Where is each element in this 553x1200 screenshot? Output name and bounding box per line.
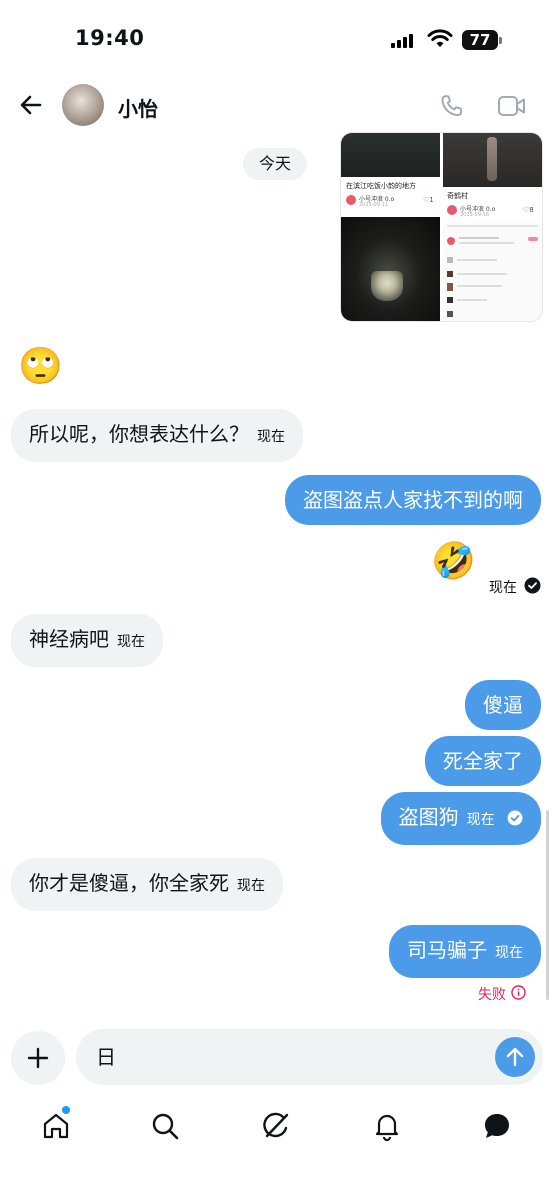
message-text: 所以呢，你想表达什么？ [29, 422, 249, 446]
tab-grok[interactable] [258, 1108, 294, 1144]
message-bubble-incoming[interactable]: 所以呢，你想表达什么？ 现在 [11, 409, 303, 462]
avatar [346, 195, 356, 205]
status-time: 19:40 [75, 26, 145, 50]
message-bubble-outgoing[interactable]: 傻逼 [465, 680, 541, 730]
shared-post-image[interactable]: 在滨江吃饭小韵的地方 小号冲浪 0.o 2025-09-11 ♡1 奇鹤村 小号… [340, 132, 543, 322]
message-bubble-outgoing[interactable]: 盗图盗点人家找不到的啊 [285, 475, 541, 525]
message-bubble-outgoing[interactable]: 盗图狗 现在 [380, 792, 541, 845]
signal-icon [391, 34, 413, 48]
message-bubble-incoming[interactable]: 神经病吧 现在 [11, 614, 163, 667]
tab-search[interactable] [147, 1108, 183, 1144]
message-bubble-outgoing[interactable]: 司马骗子 现在 [389, 925, 541, 978]
contact-name[interactable]: 小怡 [118, 93, 158, 122]
read-check-icon [524, 577, 541, 594]
wifi-icon [427, 29, 453, 47]
post-caption: 奇鹤村 [447, 192, 468, 200]
contact-avatar[interactable] [62, 84, 104, 126]
send-arrow-icon [506, 1047, 524, 1067]
message-text: 傻逼 [483, 693, 523, 717]
message-emoji-outgoing: 🤣 [431, 541, 476, 582]
read-check-icon [507, 810, 523, 826]
heart-icon: ♡8 [523, 206, 534, 214]
message-bubble-incoming[interactable]: 你才是傻逼，你全家死 现在 [11, 858, 283, 911]
message-text: 死全家了 [443, 749, 523, 773]
photo-thumbnail [341, 217, 440, 321]
message-text: 你才是傻逼，你全家死 [29, 871, 229, 895]
send-button[interactable] [495, 1037, 535, 1077]
photo-thumbnail [341, 133, 440, 177]
messages-icon [485, 1114, 509, 1138]
post-caption: 在滨江吃饭小韵的地方 [346, 182, 416, 190]
send-failed-label[interactable]: 失败 [478, 984, 506, 1004]
video-icon[interactable] [497, 94, 527, 118]
message-text: 盗图狗 [398, 805, 459, 829]
battery-icon: 77 [462, 30, 498, 50]
message-text: 神经病吧 [29, 627, 109, 651]
scrollbar[interactable] [546, 810, 549, 1000]
message-time: 现在 [257, 429, 285, 445]
phone-icon[interactable] [438, 92, 466, 120]
grok-icon [263, 1112, 289, 1138]
notification-dot [62, 1106, 70, 1114]
message-time: 现在 [117, 634, 145, 650]
message-text: 司马骗子 [407, 938, 487, 962]
message-text: 盗图盗点人家找不到的啊 [303, 488, 523, 512]
post-date: 2025-09-11 [359, 202, 389, 208]
message-time: 现在 [237, 878, 265, 894]
message-input[interactable]: 日 [76, 1029, 543, 1085]
bell-icon [375, 1114, 399, 1141]
heart-icon: ♡1 [423, 196, 434, 204]
avatar [447, 205, 457, 215]
photo-thumbnail [443, 133, 542, 187]
battery-tip [499, 37, 502, 44]
message-bubble-outgoing[interactable]: 死全家了 [425, 736, 541, 786]
post-date: 2025-09-16 [460, 212, 490, 218]
like-count: 1 [429, 196, 434, 204]
date-divider: 今天 [243, 148, 308, 180]
add-attachment-button[interactable] [11, 1031, 65, 1085]
tab-home[interactable] [38, 1108, 74, 1144]
tab-messages[interactable] [479, 1108, 515, 1144]
back-arrow-icon[interactable] [18, 92, 44, 118]
message-time: 现在 [495, 945, 523, 961]
home-icon [43, 1113, 69, 1139]
screenshot-thumbnail [443, 223, 542, 321]
error-info-icon[interactable] [511, 985, 526, 1000]
search-icon [152, 1113, 179, 1140]
message-emoji-incoming: 🙄 [18, 346, 63, 387]
message-time: 现在 [489, 580, 517, 596]
message-time: 现在 [466, 812, 495, 828]
plus-icon [27, 1047, 49, 1069]
tab-notifications[interactable] [369, 1108, 405, 1144]
like-count: 8 [529, 206, 534, 214]
